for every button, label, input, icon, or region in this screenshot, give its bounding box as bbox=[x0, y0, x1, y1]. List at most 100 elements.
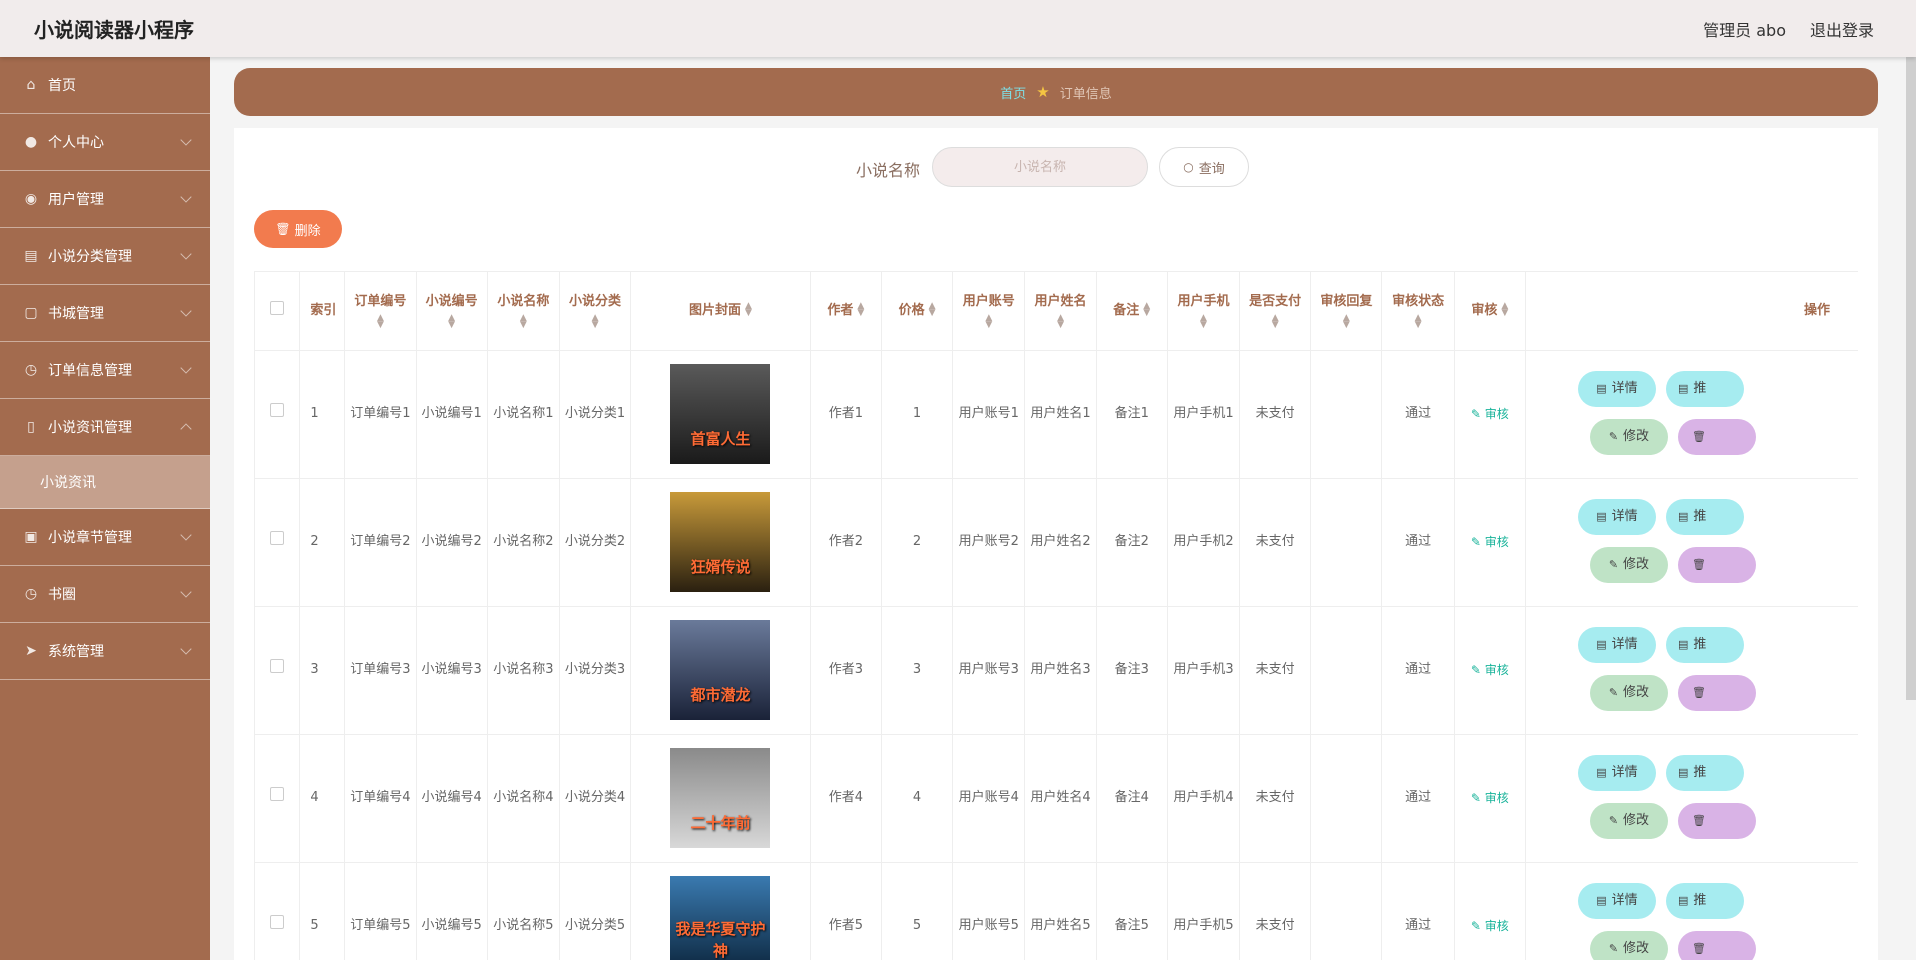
logout-link[interactable]: 退出登录 bbox=[1810, 17, 1874, 41]
delete-row-button[interactable]: 🗑 bbox=[1677, 546, 1756, 583]
detail-label: 详情 bbox=[1611, 508, 1638, 524]
select-all-checkbox[interactable] bbox=[270, 300, 285, 315]
sort-icon[interactable]: ▲ ▼ bbox=[488, 313, 559, 329]
cell-audit: ✎ 审核 bbox=[1454, 734, 1526, 863]
sidebar-item-8[interactable]: ◷ 书圈 bbox=[0, 566, 210, 623]
column-header-4[interactable]: 小说分类 ▲ ▼ bbox=[559, 272, 632, 351]
detail-button[interactable]: ▤ 详情 bbox=[1577, 498, 1656, 535]
cell-category: 小说分类5 bbox=[559, 862, 632, 960]
sort-icon[interactable]: ▲ ▼ bbox=[745, 302, 752, 318]
audit-link[interactable]: ✎ 审核 bbox=[1471, 535, 1509, 549]
column-header-label: 作者 bbox=[827, 302, 854, 318]
sort-icon[interactable]: ▲ ▼ bbox=[560, 313, 630, 329]
table-row: 1 订单编号1 小说编号1 小说名称1 小说分类1 首富人生 作者1 1 用户账号1 用户姓名1 备… bbox=[255, 350, 1858, 479]
breadcrumb-home[interactable]: 首页 bbox=[1000, 83, 1026, 102]
column-header-label: 用户姓名 bbox=[1034, 293, 1087, 309]
sort-icon[interactable]: ▲ ▼ bbox=[1240, 313, 1310, 329]
column-header-6[interactable]: 作者 ▲ ▼ bbox=[810, 272, 882, 351]
search-button[interactable]: ○ 查询 bbox=[1159, 147, 1249, 187]
sort-icon[interactable]: ▲ ▼ bbox=[929, 302, 936, 318]
column-header-8[interactable]: 用户账号 ▲ ▼ bbox=[952, 272, 1026, 351]
row-checkbox[interactable] bbox=[270, 531, 285, 545]
column-header-0: 索引 bbox=[299, 272, 346, 351]
delete-button[interactable]: 🗑 删除 bbox=[254, 210, 342, 248]
cell-audit: ✎ 审核 bbox=[1454, 350, 1526, 479]
row-checkbox[interactable] bbox=[270, 915, 285, 929]
column-header-label: 备注 bbox=[1113, 302, 1140, 318]
column-header-9[interactable]: 用户姓名 ▲ ▼ bbox=[1024, 272, 1097, 351]
delete-row-button[interactable]: 🗑 bbox=[1677, 802, 1756, 839]
edit-button[interactable]: ✎ 修改 bbox=[1589, 418, 1668, 455]
column-header-3[interactable]: 小说名称 ▲ ▼ bbox=[487, 272, 560, 351]
cell-reply bbox=[1310, 734, 1383, 863]
ops-group: ▤ 详情 ▤ 推 ✎ 修改 🗑 bbox=[1526, 351, 1858, 478]
sidebar-item-4[interactable]: ▢ 书城管理 bbox=[0, 285, 210, 342]
table-row: 4 订单编号4 小说编号4 小说名称4 小说分类4 二十年前 作者4 4 用户账号4 用户姓名4 备… bbox=[255, 734, 1858, 863]
push-button[interactable]: ▤ 推 bbox=[1665, 370, 1744, 407]
column-header-15[interactable]: 审核 ▲ ▼ bbox=[1454, 272, 1526, 351]
sort-icon[interactable]: ▲ ▼ bbox=[953, 313, 1024, 329]
edit-button[interactable]: ✎ 修改 bbox=[1589, 930, 1668, 960]
detail-button[interactable]: ▤ 详情 bbox=[1577, 754, 1656, 791]
column-header-label: 审核状态 bbox=[1392, 293, 1445, 309]
audit-link[interactable]: ✎ 审核 bbox=[1471, 919, 1509, 933]
column-header-12[interactable]: 是否支付 ▲ ▼ bbox=[1239, 272, 1312, 351]
delete-row-button[interactable]: 🗑 bbox=[1677, 418, 1756, 455]
edit-button[interactable]: ✎ 修改 bbox=[1589, 802, 1668, 839]
sort-icon[interactable]: ▲ ▼ bbox=[1382, 313, 1453, 329]
scrollbar[interactable] bbox=[1906, 57, 1916, 700]
push-button[interactable]: ▤ 推 bbox=[1665, 498, 1744, 535]
sidebar-subitem[interactable]: 小说资讯 bbox=[0, 456, 210, 509]
sidebar-item-0[interactable]: ⌂ 首页 bbox=[0, 57, 210, 114]
sidebar-item-label: 小说分类管理 bbox=[48, 249, 132, 265]
edit-button[interactable]: ✎ 修改 bbox=[1589, 546, 1668, 583]
sort-icon[interactable]: ▲ ▼ bbox=[857, 302, 864, 318]
row-checkbox[interactable] bbox=[270, 659, 285, 673]
push-button[interactable]: ▤ 推 bbox=[1665, 626, 1744, 663]
sort-icon[interactable]: ▲ ▼ bbox=[1025, 313, 1095, 329]
row-checkbox[interactable] bbox=[270, 403, 285, 417]
sort-icon[interactable]: ▲ ▼ bbox=[1143, 302, 1150, 318]
audit-link[interactable]: ✎ 审核 bbox=[1471, 791, 1509, 805]
edit-button[interactable]: ✎ 修改 bbox=[1589, 674, 1668, 711]
detail-button[interactable]: ▤ 详情 bbox=[1577, 626, 1656, 663]
sidebar-item-7[interactable]: ▣ 小说章节管理 bbox=[0, 509, 210, 566]
row-checkbox[interactable] bbox=[270, 787, 285, 801]
column-header-2[interactable]: 小说编号 ▲ ▼ bbox=[416, 272, 488, 351]
chevron-down-icon bbox=[180, 586, 192, 598]
column-header-10[interactable]: 备注 ▲ ▼ bbox=[1096, 272, 1168, 351]
detail-button[interactable]: ▤ 详情 bbox=[1577, 370, 1656, 407]
sidebar-item-9[interactable]: ➤ 系统管理 bbox=[0, 623, 210, 680]
push-button[interactable]: ▤ 推 bbox=[1665, 754, 1744, 791]
delete-row-button[interactable]: 🗑 bbox=[1677, 930, 1756, 960]
sidebar-item-6[interactable]: ▯ 小说资讯管理 bbox=[0, 399, 210, 456]
search-input[interactable] bbox=[932, 147, 1148, 187]
column-header-1[interactable]: 订单编号 ▲ ▼ bbox=[344, 272, 417, 351]
sidebar-item-3[interactable]: ▤ 小说分类管理 bbox=[0, 228, 210, 285]
column-header-14[interactable]: 审核状态 ▲ ▼ bbox=[1381, 272, 1455, 351]
cell-ops: ▤ 详情 ▤ 推 ✎ 修改 🗑 bbox=[1525, 350, 1858, 479]
sidebar-item-1[interactable]: ● 个人中心 bbox=[0, 114, 210, 171]
cell-account: 用户账号3 bbox=[952, 606, 1026, 735]
sort-icon[interactable]: ▲ ▼ bbox=[1168, 313, 1239, 329]
sidebar-item-2[interactable]: ◉ 用户管理 bbox=[0, 171, 210, 228]
sort-icon[interactable]: ▲ ▼ bbox=[417, 313, 487, 329]
sort-icon[interactable]: ▲ ▼ bbox=[345, 313, 415, 329]
sort-icon[interactable]: ▲ ▼ bbox=[1311, 313, 1381, 329]
cell-ops: ▤ 详情 ▤ 推 ✎ 修改 🗑 bbox=[1525, 606, 1858, 735]
column-header-13[interactable]: 审核回复 ▲ ▼ bbox=[1310, 272, 1383, 351]
column-header-11[interactable]: 用户手机 ▲ ▼ bbox=[1167, 272, 1241, 351]
cell-cover: 二十年前 bbox=[630, 734, 811, 863]
detail-button[interactable]: ▤ 详情 bbox=[1577, 882, 1656, 919]
sort-icon[interactable]: ▲ ▼ bbox=[1501, 302, 1508, 318]
top-bar: 小说阅读器小程序 管理员 abo 退出登录 bbox=[0, 0, 1916, 57]
audit-link[interactable]: ✎ 审核 bbox=[1471, 407, 1509, 421]
delete-row-button[interactable]: 🗑 bbox=[1677, 674, 1756, 711]
column-header-7[interactable]: 价格 ▲ ▼ bbox=[881, 272, 954, 351]
column-header-5[interactable]: 图片封面 ▲ ▼ bbox=[630, 272, 811, 351]
cell-index: 2 bbox=[299, 478, 346, 607]
audit-link[interactable]: ✎ 审核 bbox=[1471, 663, 1509, 677]
push-button[interactable]: ▤ 推 bbox=[1665, 882, 1744, 919]
cell-status: 通过 bbox=[1381, 350, 1455, 479]
sidebar-item-5[interactable]: ◷ 订单信息管理 bbox=[0, 342, 210, 399]
